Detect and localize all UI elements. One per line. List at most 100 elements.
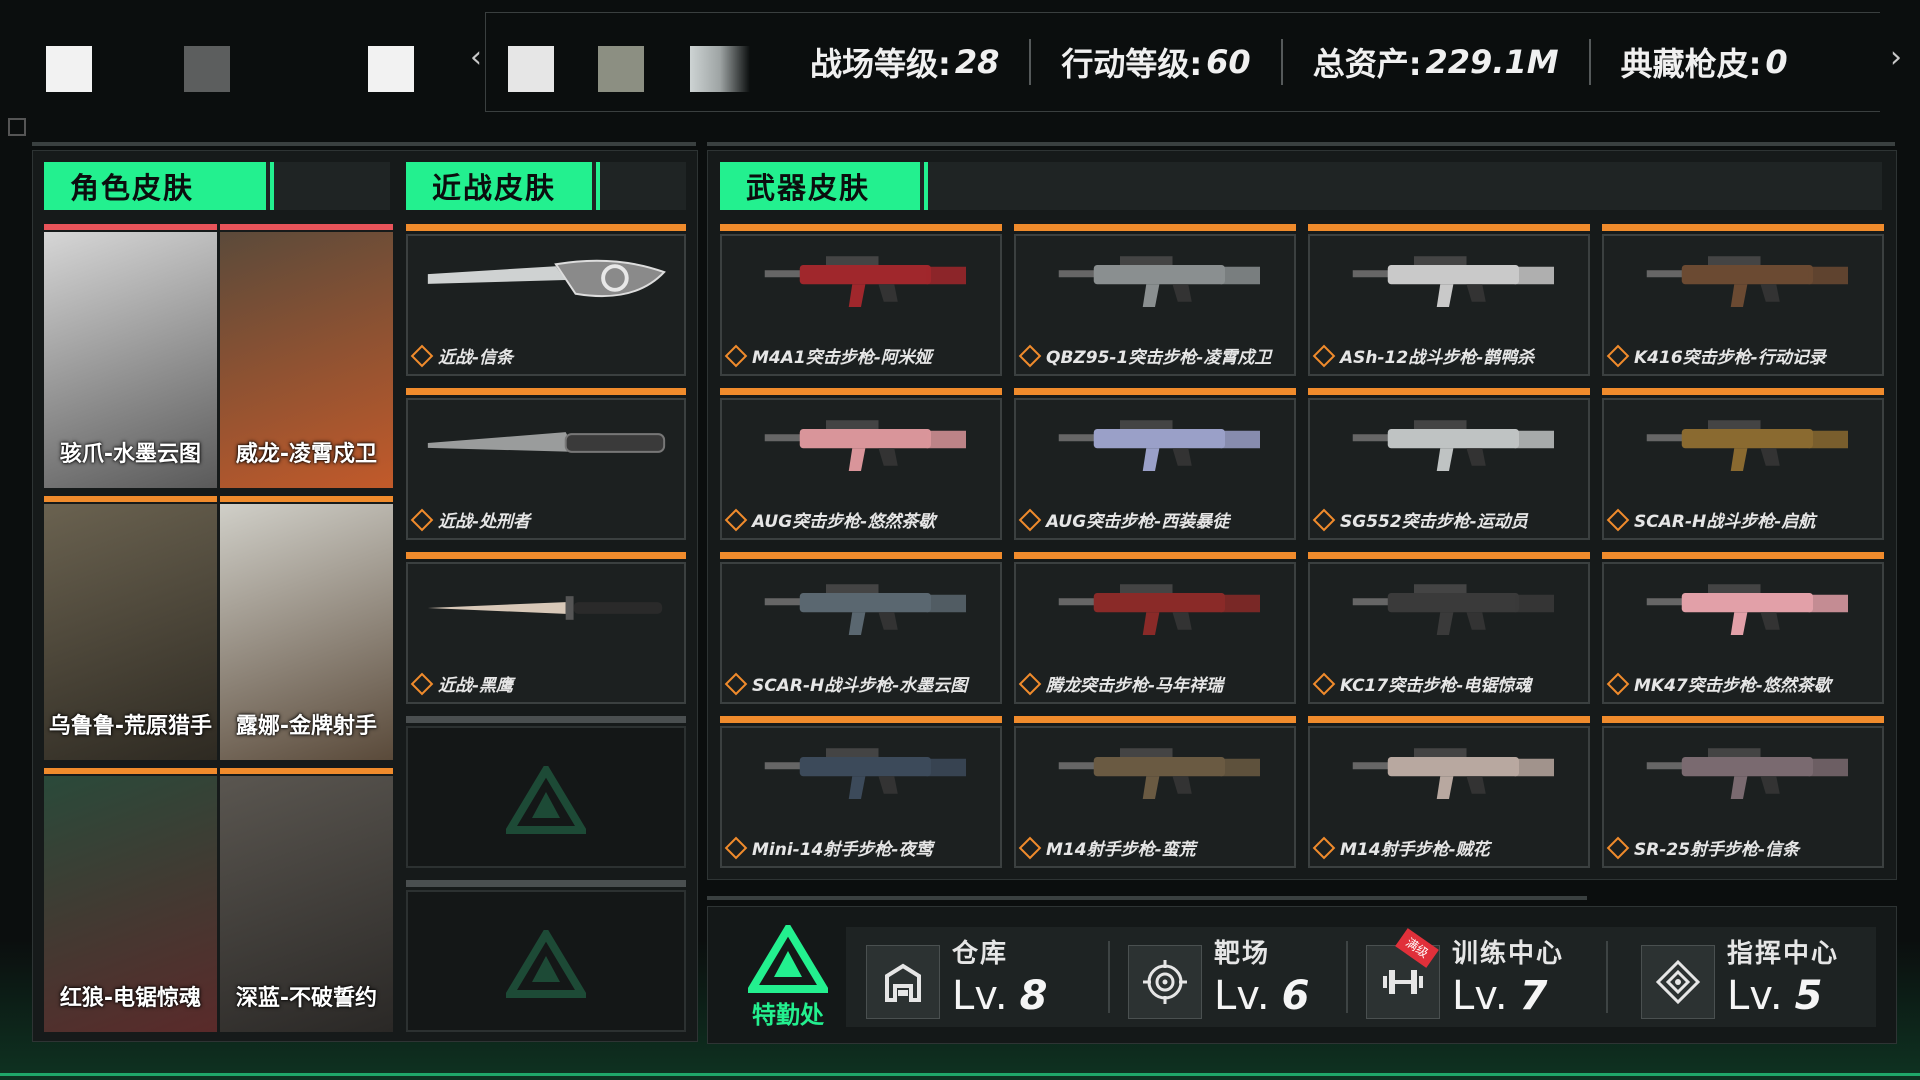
weapon-skin-label: ASh-12战斗步枪-鹊鸭杀 [1312,343,1534,368]
rarity-bar [1308,224,1590,231]
weapon-skin-label: SCAR-H战斗步枪-启航 [1606,507,1815,532]
weapon-skin-card[interactable]: 腾龙突击步枪-马年祥瑞 [1014,552,1296,704]
weapon-skin-label: SR-25射手步枪-信条 [1606,835,1799,860]
avatar[interactable] [690,46,750,92]
slot-bar [406,716,686,723]
weapon-image [1320,572,1578,642]
weapon-skin-card[interactable]: SG552突击步枪-运动员 [1308,388,1590,540]
weapon-image [1614,408,1872,478]
rarity-diamond-icon [1018,344,1042,367]
rarity-bar [406,224,686,231]
chevron-right-icon[interactable]: › [1890,40,1902,75]
tab-character-skins[interactable]: 角色皮肤 [44,162,274,210]
character-skin-card[interactable]: 威龙-凌霄戍卫 [220,224,393,488]
weapon-image [732,408,990,478]
character-skin-card[interactable]: 乌鲁鲁-荒原猎手 [44,496,217,760]
command-icon [1641,945,1715,1019]
weapon-skin-label: AUG突击步枪-西装暴徒 [1018,507,1229,532]
rarity-bar [1308,716,1590,723]
avatar[interactable] [598,46,644,92]
rarity-bar [1602,388,1884,395]
panel-divider [707,896,1587,900]
character-skin-label: 乌鲁鲁-荒原猎手 [48,714,213,739]
warehouse-icon [866,945,940,1019]
bottom-accent-line [0,1073,1920,1076]
character-skin-label: 红狼-电锯惊魂 [59,986,202,1011]
rarity-bar [1014,552,1296,559]
weapon-skin-card[interactable]: Mini-14射手步枪-夜莺 [720,716,1002,868]
rarity-bar [44,768,217,774]
rarity-bar [1014,716,1296,723]
avatar[interactable] [184,46,230,92]
knife-image [418,408,674,478]
delta-logo-icon [748,925,828,993]
tab-weapon-skins[interactable]: 武器皮肤 [720,162,928,210]
weapon-skin-label: M4A1突击步枪-阿米娅 [724,343,932,368]
rarity-diamond-icon [1312,344,1336,367]
chevron-left-icon[interactable]: ‹ [470,40,482,75]
weapon-skin-label: KC17突击步枪-电锯惊魂 [1312,671,1531,696]
weapon-image [1320,408,1578,478]
rarity-diamond-icon [1606,672,1630,695]
weapon-skin-card[interactable]: M4A1突击步枪-阿米娅 [720,224,1002,376]
avatar[interactable] [368,46,414,92]
character-skin-card[interactable]: 露娜-金牌射手 [220,496,393,760]
weapon-skin-card[interactable]: SCAR-H战斗步枪-启航 [1602,388,1884,540]
avatar[interactable] [508,46,554,92]
character-skin-card[interactable]: 深蓝-不破誓约 [220,768,393,1032]
weapon-image [1026,244,1284,314]
melee-skin-card[interactable]: 近战-处刑者 [406,388,686,540]
weapon-skin-card[interactable]: AUG突击步枪-悠然茶歇 [720,388,1002,540]
tab-melee-skins[interactable]: 近战皮肤 [406,162,600,210]
weapon-skin-card[interactable]: SCAR-H战斗步枪-水墨云图 [720,552,1002,704]
special-ops-department[interactable]: 特勤处 [738,925,838,1030]
panel-divider [707,142,1895,146]
weapon-skin-card[interactable]: M14射手步枪-贼花 [1308,716,1590,868]
avatar[interactable] [46,46,92,92]
character-skin-card[interactable]: 骇爪-水墨云图 [44,224,217,488]
weapon-skin-label: SG552突击步枪-运动员 [1312,507,1528,532]
rarity-diamond-icon [1312,836,1336,859]
weapon-skin-card[interactable]: M14射手步枪-蛮荒 [1014,716,1296,868]
facility-strip: 仓库 Lv. 8 靶场 Lv. 6 满级 训练中心 Lv. 7 指挥中心 Lv. 5 [846,927,1876,1027]
facility-warehouse[interactable]: 仓库 Lv. 8 [846,927,1086,1027]
rarity-bar [720,224,1002,231]
melee-skin-card[interactable]: 近战-黑鹰 [406,552,686,704]
weapon-skin-card[interactable]: AUG突击步枪-西装暴徒 [1014,388,1296,540]
panel-divider [32,142,696,146]
player-stats: 战场等级: 28 行动等级: 60 总资产: 229.1M 典藏枪皮: 0 [780,22,1818,102]
weapon-skin-card[interactable]: QBZ95-1突击步枪-凌霄戍卫 [1014,224,1296,376]
facility-training-center[interactable]: 满级 训练中心 Lv. 7 [1346,927,1586,1027]
facility-range[interactable]: 靶场 Lv. 6 [1108,927,1348,1027]
empty-slot [406,716,686,868]
weapon-skin-label: SCAR-H战斗步枪-水墨云图 [724,671,967,696]
rarity-bar [406,552,686,559]
weapon-skin-card[interactable]: MK47突击步枪-悠然茶歇 [1602,552,1884,704]
weapon-image [1614,736,1872,806]
weapon-image [1614,572,1872,642]
rarity-bar [220,496,393,502]
weapon-skin-card[interactable]: SR-25射手步枪-信条 [1602,716,1884,868]
character-skin-card[interactable]: 红狼-电锯惊魂 [44,768,217,1032]
facility-command-center[interactable]: 指挥中心 Lv. 5 [1621,927,1861,1027]
melee-skin-label: 近战-黑鹰 [410,671,513,696]
character-skin-label: 露娜-金牌射手 [235,714,378,739]
melee-skin-card[interactable]: 近战-信条 [406,224,686,376]
rarity-diamond-icon [724,672,748,695]
weapon-skin-card[interactable]: ASh-12战斗步枪-鹊鸭杀 [1308,224,1590,376]
stat-operation-level: 行动等级: 60 [1029,39,1280,85]
divider [1606,941,1608,1013]
weapon-image [732,736,990,806]
weapon-image [1614,244,1872,314]
empty-slot [406,880,686,1032]
rarity-diamond-icon [410,344,434,367]
weapon-skin-label: 腾龙突击步枪-马年祥瑞 [1018,671,1223,696]
rarity-bar [220,224,393,230]
weapon-skin-card[interactable]: KC17突击步枪-电锯惊魂 [1308,552,1590,704]
rarity-diamond-icon [410,672,434,695]
stat-battlefield-level: 战场等级: 28 [810,43,1000,83]
rarity-bar [720,552,1002,559]
rarity-bar [1014,388,1296,395]
weapon-skin-card[interactable]: K416突击步枪-行动记录 [1602,224,1884,376]
weapon-skin-label: QBZ95-1突击步枪-凌霄戍卫 [1018,343,1271,368]
